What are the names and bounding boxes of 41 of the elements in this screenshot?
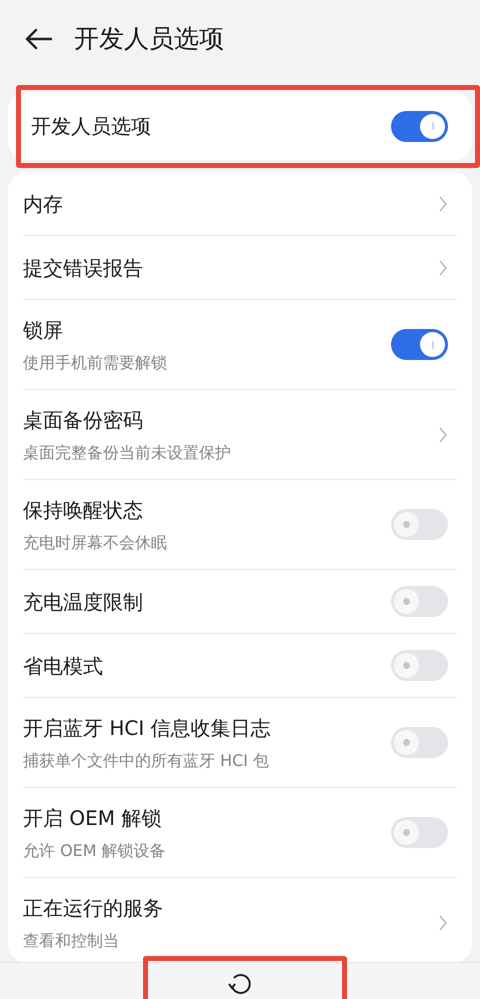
toggle-switch[interactable]: [391, 650, 448, 681]
setting-title: 开发人员选项: [31, 113, 151, 140]
setting-title: 内存: [23, 190, 63, 218]
chevron-icon: [438, 258, 448, 276]
toggle-switch[interactable]: [391, 329, 448, 360]
settings-row[interactable]: 充电温度限制: [23, 570, 457, 634]
settings-row[interactable]: 省电模式: [23, 634, 457, 698]
setting-subtitle: 充电时屏幕不会休眠: [23, 532, 167, 554]
setting-subtitle: 查看和控制当: [23, 930, 120, 952]
settings-row[interactable]: 保持唤醒状态 充电时屏幕不会休眠: [23, 480, 457, 570]
chevron-icon: [438, 426, 448, 444]
settings-row[interactable]: 提交错误报告: [23, 236, 457, 300]
toggle-switch[interactable]: [391, 817, 448, 848]
settings-row[interactable]: 开启蓝牙 HCI 信息收集日志 捕获单个文件中的所有蓝牙 HCI 包: [23, 698, 457, 788]
settings-row[interactable]: 开启 OEM 解锁 允许 OEM 解锁设备: [23, 788, 457, 878]
back-icon[interactable]: [24, 28, 52, 50]
setting-title: 正在运行的服务: [23, 895, 163, 922]
toggle-switch[interactable]: [391, 110, 448, 142]
setting-subtitle: 允许 OEM 解锁设备: [23, 840, 166, 862]
chevron-icon: [438, 914, 448, 932]
chevron-icon: [438, 194, 448, 212]
setting-title: 充电温度限制: [23, 588, 143, 616]
toggle-switch[interactable]: [391, 509, 448, 540]
setting-subtitle: 使用手机前需要解锁: [23, 352, 167, 374]
setting-title: 开启蓝牙 HCI 信息收集日志: [23, 714, 271, 742]
toggle-switch[interactable]: [391, 586, 448, 617]
settings-row[interactable]: 桌面备份密码 桌面完整备份当前未设置保护: [23, 390, 457, 480]
setting-title: 锁屏: [23, 316, 64, 344]
setting-subtitle: 捕获单个文件中的所有蓝牙 HCI 包: [23, 750, 270, 772]
settings-row[interactable]: 正在运行的服务 查看和控制当: [23, 878, 457, 962]
setting-title: 开启 OEM 解锁: [23, 804, 162, 832]
setting-title: 桌面备份密码: [23, 406, 144, 434]
setting-title: 保持唤醒状态: [23, 496, 144, 524]
rotate-icon[interactable]: [227, 971, 253, 997]
setting-title: 提交错误报告: [23, 254, 143, 282]
settings-row[interactable]: 锁屏 使用手机前需要解锁: [23, 300, 457, 390]
settings-row[interactable]: 内存: [23, 172, 457, 236]
setting-title: 省电模式: [23, 652, 103, 680]
setting-subtitle: 桌面完整备份当前未设置保护: [23, 442, 231, 464]
toggle-switch[interactable]: [391, 727, 448, 758]
page-title: 开发人员选项: [74, 23, 224, 56]
